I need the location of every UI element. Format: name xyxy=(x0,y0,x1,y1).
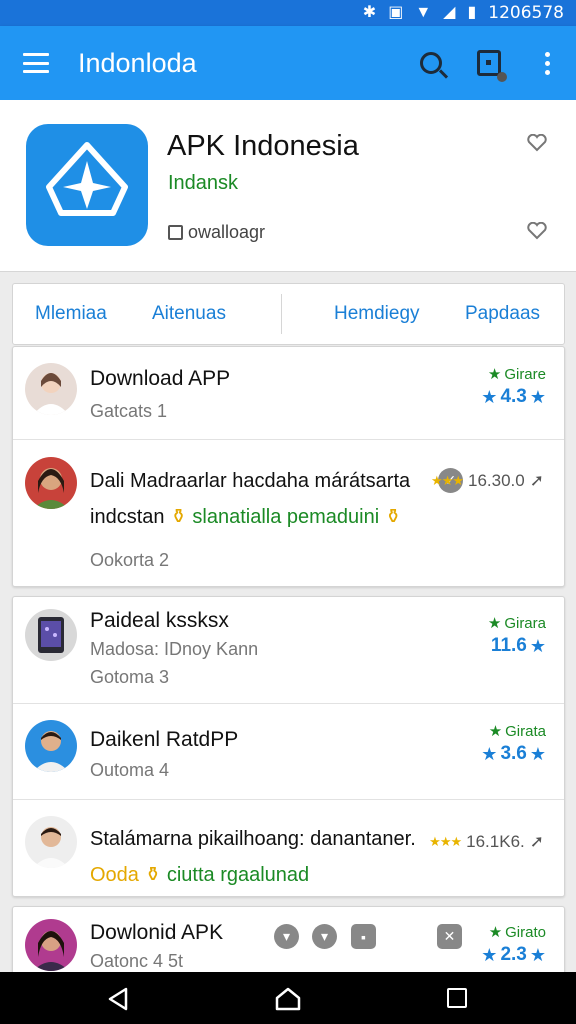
share-icon[interactable]: ▪ xyxy=(351,924,376,949)
item-title: Dowlonid APK xyxy=(90,921,224,944)
stars-icon: ★★★ xyxy=(431,473,464,488)
stars-icon: ★★★ xyxy=(429,834,462,849)
star-icon: ★ xyxy=(529,386,546,407)
battery-icon: ▮ xyxy=(467,4,477,21)
tab-divider xyxy=(281,294,282,334)
tab-2[interactable]: Aitenuas xyxy=(152,303,226,325)
app-logo-icon[interactable] xyxy=(26,124,148,246)
item-badge: ★ Girata xyxy=(488,722,546,741)
item-meta: Oatonc 4 5t xyxy=(90,951,184,971)
cursor-icon: ➚ xyxy=(529,471,544,490)
install-icon xyxy=(477,50,507,82)
star-icon: ★ xyxy=(529,944,546,965)
cursor-icon: ➚ xyxy=(529,832,544,851)
list-card: Paideal kssksx Madosa: IDnoy Kann Gotoma… xyxy=(12,596,565,897)
navigation-bar xyxy=(0,972,576,1024)
home-icon[interactable] xyxy=(274,986,302,1012)
emoji-icon: ⚱ xyxy=(170,506,187,528)
tab-4[interactable]: Papdaas xyxy=(465,303,540,325)
app-bar-title: Indonloda xyxy=(78,47,197,78)
compass-star-icon xyxy=(46,142,128,216)
star-icon: ★ xyxy=(529,743,546,764)
item-meta: Outoma 4 xyxy=(90,760,170,780)
item-subtitle: Ooda ⚱ ciutta rgaalunad xyxy=(90,864,310,886)
list-item[interactable]: Dali Madraarlar hacdaha márátsarta indcs… xyxy=(13,440,564,586)
star-icon: ★ xyxy=(488,723,503,740)
tab-3[interactable]: Hemdiegy xyxy=(334,303,420,325)
avatar xyxy=(25,363,77,415)
category-tabs: Mlemiaa Aitenuas Hemdiegy Papdaas xyxy=(12,283,565,345)
list-item[interactable]: Download APP Gatcats 1 ★ Girare ★ 4.3 ★ xyxy=(13,347,564,440)
download-circle-icon[interactable]: ▾ xyxy=(274,924,299,949)
item-meta: Ookorta 2 xyxy=(90,550,170,570)
item-subtitle: Madosa: IDnoy Kann xyxy=(90,639,259,659)
menu-button[interactable] xyxy=(0,26,72,100)
avatar xyxy=(25,720,77,772)
favorite-icon[interactable] xyxy=(526,134,548,152)
checkbox-icon xyxy=(168,225,183,240)
star-icon: ★ xyxy=(529,635,546,656)
more-vert-icon xyxy=(544,51,550,75)
status-time: 1206578 xyxy=(488,3,564,23)
wifi-icon: ▼ xyxy=(415,4,432,21)
item-badge: ★ Girato xyxy=(488,923,546,942)
emoji-icon: ⚱ xyxy=(144,864,162,886)
avatar xyxy=(25,919,77,971)
star-icon: ★ xyxy=(481,743,498,764)
item-stats: ★★★ 16.30.0 ➚ xyxy=(431,471,544,490)
emoji-icon: ⚱ xyxy=(384,506,402,528)
app-bar: Indonloda xyxy=(0,26,576,100)
chevron-circle-icon[interactable]: ▾ xyxy=(312,924,337,949)
star-icon: ★ xyxy=(481,944,498,965)
avatar xyxy=(25,609,77,661)
list-item[interactable]: Paideal kssksx Madosa: IDnoy Kann Gotoma… xyxy=(13,597,564,704)
close-square-icon[interactable]: ✕ xyxy=(437,924,462,949)
search-icon xyxy=(420,52,442,74)
avatar xyxy=(25,816,77,868)
wishlist-icon[interactable] xyxy=(526,222,548,240)
tab-1[interactable]: Mlemiaa xyxy=(35,303,107,325)
item-subtitle: indcstan ⚱ slanatialla pemaduini ⚱ xyxy=(90,506,402,528)
bug-icon: ✱ xyxy=(362,4,377,21)
app-developer[interactable]: Indansk xyxy=(168,172,238,195)
download-label[interactable]: owalloagr xyxy=(168,222,265,243)
list-item[interactable]: Stalámarna pikailhoang: danantaner. Ooda… xyxy=(13,800,564,896)
item-badge: ★ Girara xyxy=(487,614,546,633)
list-item[interactable]: Daikenl RatdPP Outoma 4 ★ Girata ★ 3.6 ★ xyxy=(13,704,564,800)
item-title: Daikenl RatdPP xyxy=(90,728,239,751)
status-bar: ✱ ▣ ▼ ◢ ▮ 1206578 xyxy=(0,0,576,26)
back-icon[interactable] xyxy=(106,987,130,1011)
item-title: Download APP xyxy=(90,367,231,390)
app-name: APK Indonesia xyxy=(167,130,359,162)
item-meta: Gatcats 1 xyxy=(90,401,168,421)
search-button[interactable] xyxy=(402,26,460,100)
download-text: owalloagr xyxy=(188,222,266,242)
more-button[interactable] xyxy=(518,26,576,100)
item-title: Stalámarna pikailhoang: danantaner. xyxy=(90,828,416,850)
list-card: Download APP Gatcats 1 ★ Girare ★ 4.3 ★ … xyxy=(12,346,565,587)
item-title: Dali Madraarlar hacdaha márátsarta xyxy=(90,470,411,492)
item-rating: 11.6 ★ xyxy=(490,635,546,656)
hamburger-icon xyxy=(23,53,49,73)
install-button[interactable] xyxy=(460,26,518,100)
item-stats: ★★★ 16.1K6. ➚ xyxy=(429,832,544,851)
item-meta: Gotoma 3 xyxy=(90,667,170,687)
avatar xyxy=(25,457,77,509)
signal-icon: ◢ xyxy=(443,4,456,21)
item-title: Paideal kssksx xyxy=(90,609,229,632)
item-rating: ★ 3.6 ★ xyxy=(481,743,546,764)
star-icon: ★ xyxy=(488,924,503,941)
item-badge: ★ Girare xyxy=(487,365,546,384)
recents-icon[interactable] xyxy=(447,988,467,1008)
vibrate-icon: ▣ xyxy=(388,4,404,21)
star-icon: ★ xyxy=(487,366,502,383)
star-icon: ★ xyxy=(487,615,502,632)
item-rating: ★ 2.3 ★ xyxy=(481,944,546,965)
app-header-card: APK Indonesia Indansk owalloagr xyxy=(0,100,576,272)
star-icon: ★ xyxy=(481,386,498,407)
item-rating: ★ 4.3 ★ xyxy=(481,386,546,407)
